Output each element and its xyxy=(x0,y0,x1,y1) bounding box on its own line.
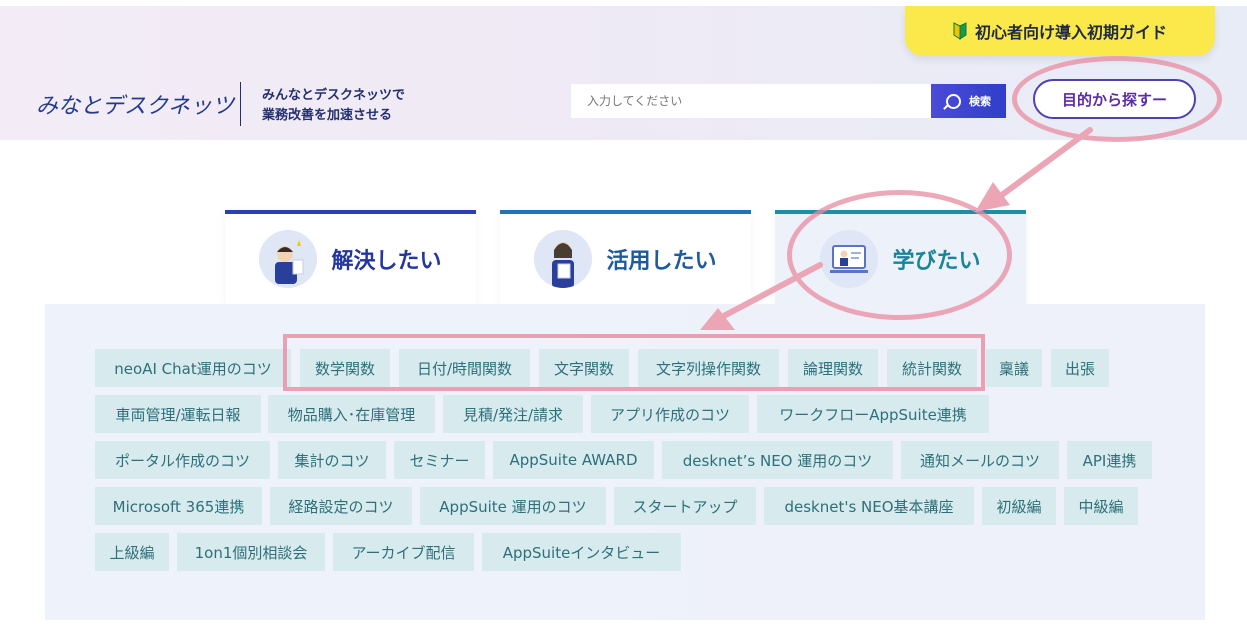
site-tagline: みんなとデスクネッツで 業務改善を加速させる xyxy=(262,86,405,126)
tab-learn[interactable]: 学びたい xyxy=(775,210,1026,304)
search-button[interactable]: 検索 xyxy=(931,84,1006,118)
tag-item[interactable]: 出張 xyxy=(1051,349,1109,387)
tag-item[interactable]: AppSuite 運用のコツ xyxy=(420,487,606,525)
person-idea-icon xyxy=(259,230,318,288)
site-logo[interactable]: みなとデスクネッツ xyxy=(36,88,234,120)
tag-item[interactable]: 通知メールのコツ xyxy=(901,441,1059,479)
tag-item[interactable]: セミナー xyxy=(394,441,485,479)
beginner-guide-banner[interactable]: 初心者向け導入初期ガイド xyxy=(905,6,1215,56)
tab-solve-label: 解決したい xyxy=(331,249,442,274)
tag-item[interactable]: 集計のコツ xyxy=(278,441,386,479)
tab-use[interactable]: 活用したい xyxy=(500,210,751,304)
tag-item[interactable]: AppSuite AWARD xyxy=(493,441,654,479)
tag-item[interactable]: ワークフローAppSuite連携 xyxy=(757,395,989,433)
tag-item[interactable]: 初級編 xyxy=(982,487,1056,525)
tag-item[interactable]: 見積/発注/請求 xyxy=(443,395,583,433)
tag-item[interactable]: 文字列操作関数 xyxy=(638,349,779,387)
tab-solve[interactable]: 解決したい xyxy=(225,210,476,304)
tag-item[interactable]: 車両管理/運転日報 xyxy=(95,395,261,433)
tag-item[interactable]: 文字関数 xyxy=(539,349,629,387)
tag-item[interactable]: 統計関数 xyxy=(887,349,977,387)
tag-item[interactable]: 物品購入･在庫管理 xyxy=(268,395,435,433)
person-document-icon xyxy=(534,230,593,288)
tag-item[interactable]: 経路設定のコツ xyxy=(270,487,412,525)
tag-item[interactable]: 1on1個別相談会 xyxy=(177,533,325,571)
tag-item[interactable]: 中級編 xyxy=(1064,487,1138,525)
search-button-label: 検索 xyxy=(969,95,991,108)
tag-item[interactable]: 数学関数 xyxy=(300,349,390,387)
arrow-to-learn-tab xyxy=(992,127,1093,203)
tagline-line-2: 業務改善を加速させる xyxy=(262,108,393,123)
online-lecture-icon xyxy=(820,230,879,288)
search-input[interactable] xyxy=(571,84,931,118)
search-by-purpose-button[interactable]: 目的から探すー xyxy=(1033,79,1196,119)
tab-learn-label: 学びたい xyxy=(892,249,981,274)
tab-use-label: 活用したい xyxy=(606,249,717,274)
logo-divider xyxy=(240,82,241,126)
beginner-guide-label: 初心者向け導入初期ガイド xyxy=(974,23,1167,42)
tag-item[interactable]: Microsoft 365連携 xyxy=(95,487,262,525)
tag-item[interactable]: スタートアップ xyxy=(614,487,756,525)
tag-item[interactable]: desknet's NEO基本講座 xyxy=(764,487,974,525)
tag-item[interactable]: アプリ作成のコツ xyxy=(591,395,749,433)
tag-item[interactable]: 論理関数 xyxy=(788,349,878,387)
tag-item[interactable]: 稟議 xyxy=(986,349,1042,387)
tag-item[interactable]: 日付/時間関数 xyxy=(399,349,530,387)
tag-item[interactable]: neoAI Chat運用のコツ xyxy=(95,349,291,387)
tagline-line-1: みんなとデスクネッツで xyxy=(262,88,406,103)
tag-item[interactable]: 上級編 xyxy=(95,533,169,571)
search-icon xyxy=(946,93,961,109)
tag-item[interactable]: アーカイブ配信 xyxy=(333,533,474,571)
tag-item[interactable]: ポータル作成のコツ xyxy=(95,441,270,479)
tag-item[interactable]: desknet’s NEO 運用のコツ xyxy=(662,441,893,479)
arrowhead-to-learn-tab xyxy=(975,182,1010,212)
tag-item[interactable]: API連携 xyxy=(1067,441,1152,479)
beginner-mark-icon xyxy=(953,22,967,40)
tag-item[interactable]: AppSuiteインタビュー xyxy=(482,533,681,571)
